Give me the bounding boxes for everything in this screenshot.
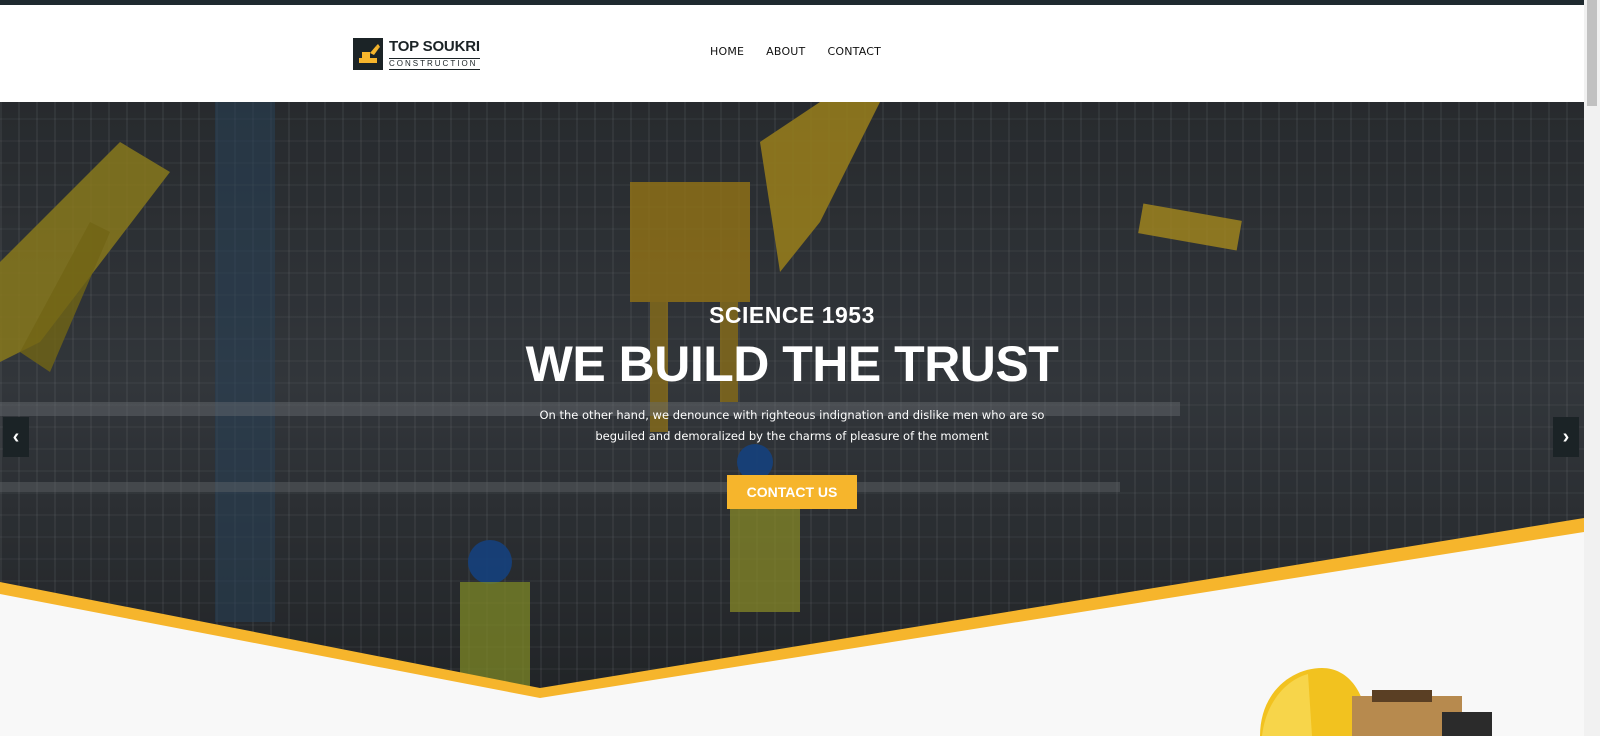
- slider-prev-button[interactable]: ‹: [3, 417, 29, 457]
- nav-item-home[interactable]: HOME: [710, 45, 744, 58]
- nav-item-contact[interactable]: CONTACT: [827, 45, 881, 58]
- page-scrollbar[interactable]: [1584, 0, 1600, 736]
- slider-next-button[interactable]: ›: [1553, 417, 1579, 457]
- chevron-left-icon: ‹: [12, 425, 20, 448]
- logo-subtitle: CONSTRUCTION: [389, 57, 480, 70]
- main-nav: HOME ABOUT CONTACT: [710, 45, 881, 58]
- site-header: TOP SOUKRI CONSTRUCTION HOME ABOUT CONTA…: [0, 5, 1584, 102]
- logo-title: TOP SOUKRI: [389, 37, 480, 55]
- hero-description: On the other hand, we denounce with righ…: [532, 405, 1052, 447]
- excavator-logo-icon: [353, 38, 383, 70]
- chevron-right-icon: ›: [1562, 425, 1570, 448]
- site-logo[interactable]: TOP SOUKRI CONSTRUCTION: [353, 38, 480, 70]
- hero-content: SCIENCE 1953 WE BUILD THE TRUST On the o…: [0, 302, 1584, 509]
- hero-description-line: On the other hand, we denounce with righ…: [539, 408, 1045, 422]
- scrollbar-thumb[interactable]: [1587, 0, 1597, 106]
- hero-title: WE BUILD THE TRUST: [525, 336, 1059, 392]
- contact-us-button[interactable]: CONTACT US: [726, 475, 858, 509]
- hero-description-line: beguiled and demoralized by the charms o…: [595, 429, 989, 443]
- hero-slider: SCIENCE 1953 WE BUILD THE TRUST On the o…: [0, 102, 1584, 736]
- helmet-tools-image: [1260, 668, 1492, 736]
- hero-kicker: SCIENCE 1953: [709, 302, 875, 328]
- nav-item-about[interactable]: ABOUT: [766, 45, 805, 58]
